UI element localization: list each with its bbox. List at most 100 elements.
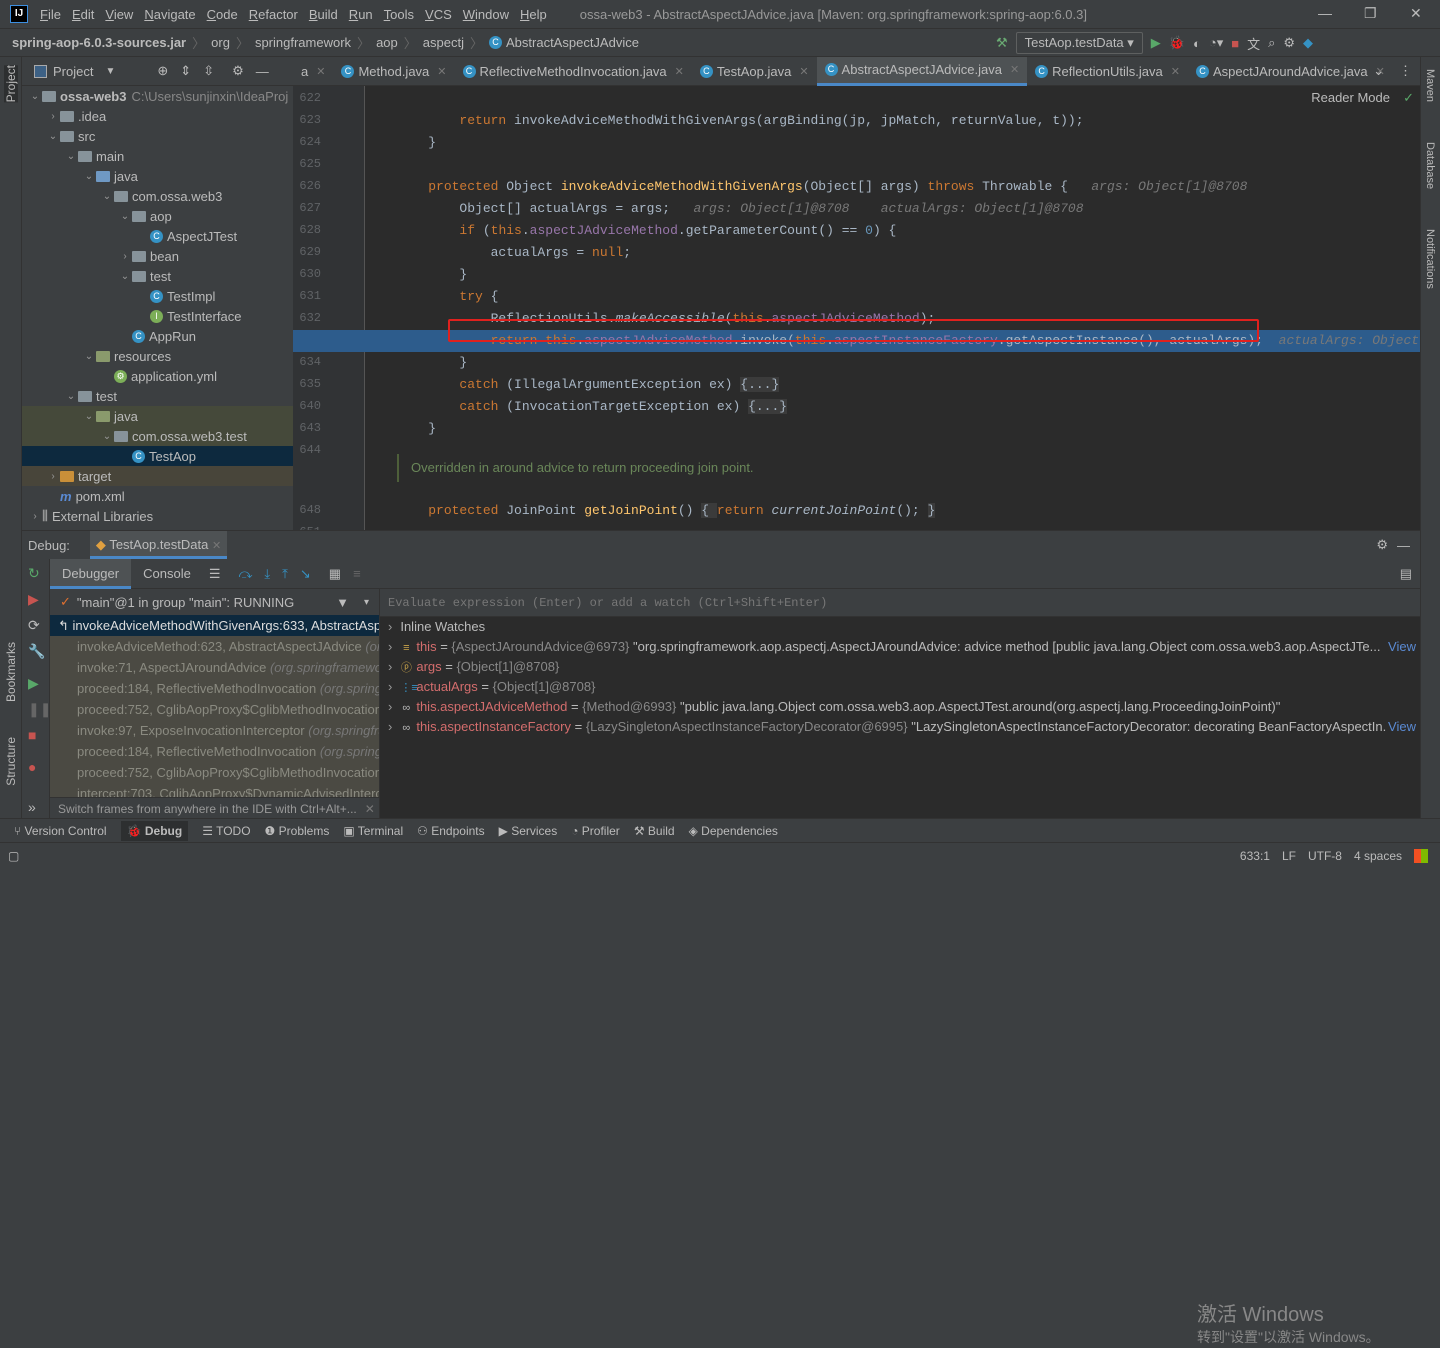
tool-services[interactable]: ▶ Services xyxy=(499,824,558,838)
chevron-down-icon[interactable]: ⌄ xyxy=(118,211,132,222)
tool-todo[interactable]: ☰ TODO xyxy=(202,824,250,838)
tree-item[interactable]: ⌄ src xyxy=(22,126,293,146)
settings-icon[interactable]: ⚙ xyxy=(1283,35,1295,51)
evaluate-icon[interactable]: ▦ xyxy=(329,566,341,582)
chevron-right-icon[interactable]: › xyxy=(28,511,42,522)
tree-item[interactable]: ⌄ aop xyxy=(22,206,293,226)
gear-icon[interactable]: ⚙ xyxy=(232,63,244,79)
chevron-down-icon[interactable]: ⌄ xyxy=(46,131,60,142)
project-tool-button[interactable]: Project xyxy=(4,65,18,103)
step-over-icon[interactable]: ⤼ xyxy=(238,566,252,582)
tree-item[interactable]: C AspectJTest xyxy=(22,226,293,246)
collapse-all-icon[interactable]: ⇳ xyxy=(203,63,214,79)
rerun-icon[interactable]: ↻ xyxy=(28,565,40,582)
tree-item[interactable]: ⌄ main xyxy=(22,146,293,166)
debug-icon[interactable]: 🐞 xyxy=(1169,35,1185,51)
restore-button[interactable]: ❐ xyxy=(1364,5,1377,22)
tree-item[interactable]: C TestImpl xyxy=(22,286,293,306)
project-view-select[interactable]: Project xyxy=(53,64,93,79)
tree-item[interactable]: › target xyxy=(22,466,293,486)
breadcrumb-item[interactable]: aspectj xyxy=(423,35,464,50)
variable-row[interactable]: › ∞ this.aspectJAdviceMethod = {Method@699… xyxy=(380,697,1420,717)
editor-tab[interactable]: C ReflectiveMethodInvocation.java ✕ xyxy=(455,57,692,86)
reader-mode-button[interactable]: Reader Mode xyxy=(1311,90,1390,105)
indent-setting[interactable]: 4 spaces xyxy=(1354,849,1402,863)
translate-icon[interactable]: 文 xyxy=(1247,34,1260,53)
trace-icon[interactable]: ≡ xyxy=(353,566,361,581)
restore-layout-icon[interactable]: ▤ xyxy=(1400,566,1412,582)
tool-profiler[interactable]: ◔ Profiler xyxy=(571,824,620,838)
code-line[interactable] xyxy=(397,88,1420,110)
menu-navigate[interactable]: Navigate xyxy=(144,7,195,22)
close-icon[interactable]: ✕ xyxy=(1010,63,1019,76)
tree-item[interactable]: C TestAop xyxy=(22,446,293,466)
code-line[interactable] xyxy=(397,522,1420,530)
view-link[interactable]: View xyxy=(1386,637,1416,657)
chevron-down-icon[interactable]: ▾ xyxy=(364,597,369,608)
close-icon[interactable]: ✕ xyxy=(1171,65,1180,78)
expand-all-icon[interactable]: ⇕ xyxy=(180,63,191,79)
tool-problems[interactable]: ❶ Problems xyxy=(265,824,330,838)
chevron-down-icon[interactable]: ⌄ xyxy=(82,351,96,362)
variable-row[interactable]: › ⋮≡actualArgs = {Object[1]@8708} xyxy=(380,677,1420,697)
hammer-icon[interactable]: ⚒ xyxy=(996,35,1008,51)
editor-tab[interactable]: C ReflectionUtils.java ✕ xyxy=(1027,57,1188,86)
tab-console[interactable]: Console xyxy=(131,566,203,581)
chevron-down-icon[interactable]: ⌄ xyxy=(64,391,78,402)
close-icon[interactable]: ✕ xyxy=(675,65,684,78)
tool-endpoints[interactable]: ⚇ Endpoints xyxy=(417,824,484,838)
stop-icon[interactable]: ■ xyxy=(28,727,36,743)
bookmarks-tool-button[interactable]: Bookmarks xyxy=(4,642,18,702)
chevron-down-icon[interactable]: ⌄ xyxy=(100,431,114,442)
code-line[interactable]: } xyxy=(397,418,1420,440)
chevron-down-icon[interactable]: ⌄ xyxy=(82,171,96,182)
tool-debug[interactable]: 🐞 Debug xyxy=(120,820,189,841)
tree-item[interactable]: ⌄ resources xyxy=(22,346,293,366)
editor-tab[interactable]: C Method.java ✕ xyxy=(333,57,454,86)
menu-refactor[interactable]: Refactor xyxy=(249,7,298,22)
chevron-right-icon[interactable]: › xyxy=(388,639,392,654)
editor-tab[interactable]: C AspectJAroundAdvice.java ✕ xyxy=(1188,57,1393,86)
variable-row[interactable]: › ≡ this = {AspectJAroundAdvice@6973} "org… xyxy=(380,637,1420,657)
code-line[interactable]: } xyxy=(397,352,1420,374)
menu-run[interactable]: Run xyxy=(349,7,373,22)
code-line[interactable]: Object[] actualArgs = args; args: Object… xyxy=(397,198,1420,220)
chevron-down-icon[interactable]: ⌄ xyxy=(100,191,114,202)
caret-position[interactable]: 633:1 xyxy=(1240,849,1270,863)
code-line[interactable]: return invokeAdviceMethodWithGivenArgs(a… xyxy=(397,110,1420,132)
menu-window[interactable]: Window xyxy=(463,7,509,22)
tree-item[interactable]: ⚙ application.yml xyxy=(22,366,293,386)
variable-row[interactable]: › ⓟ args = {Object[1]@8708} xyxy=(380,657,1420,677)
tool-version-control[interactable]: ⑂ Version Control xyxy=(14,824,107,838)
stack-frame[interactable]: invokeAdviceMethod:623, AbstractAspectJA… xyxy=(50,636,379,657)
mute-breakpoints-icon[interactable]: ● xyxy=(28,759,36,775)
more-icon[interactable]: » xyxy=(28,799,36,815)
step-out-icon[interactable]: ⤒ xyxy=(282,566,288,582)
chevron-right-icon[interactable]: › xyxy=(388,719,392,734)
coverage-icon[interactable]: ◐ xyxy=(1193,36,1201,51)
run-config-select[interactable]: TestAop.testData ▾ xyxy=(1015,32,1143,54)
code-line[interactable]: protected JoinPoint getJoinPoint() { ret… xyxy=(397,500,1420,522)
tree-item[interactable]: ⌄ com.ossa.web3 xyxy=(22,186,293,206)
editor-tab[interactable]: a ✕ xyxy=(293,57,333,86)
code-line[interactable]: } xyxy=(397,132,1420,154)
tree-item[interactable]: › .idea xyxy=(22,106,293,126)
minimize-button[interactable]: — xyxy=(1318,5,1332,21)
stack-frame[interactable]: ↰ invokeAdviceMethodWithGivenArgs:633, A… xyxy=(50,615,379,636)
locate-icon[interactable]: ⊕ xyxy=(157,63,168,79)
profile-icon[interactable]: ◔▾ xyxy=(1209,35,1223,51)
wrench-icon[interactable]: 🔧 xyxy=(28,643,45,660)
tree-item[interactable]: ⌄ java xyxy=(22,406,293,426)
notifications-tool-button[interactable]: Notifications xyxy=(1424,229,1436,289)
search-icon[interactable]: ⌕ xyxy=(1268,35,1275,51)
editor-tab[interactable]: C TestAop.java ✕ xyxy=(692,57,817,86)
stack-frame[interactable]: proceed:752, CglibAopProxy$CglibMethodIn… xyxy=(50,699,379,720)
stack-frame[interactable]: proceed:752, CglibAopProxy$CglibMethodIn… xyxy=(50,762,379,783)
code-line[interactable]: try { xyxy=(397,286,1420,308)
thread-select[interactable]: ✓ "main"@1 in group "main": RUNNING ▼ ▾ xyxy=(50,589,379,615)
code-line[interactable]: catch (InvocationTargetException ex) {..… xyxy=(397,396,1420,418)
breadcrumb-item[interactable]: springframework xyxy=(255,35,351,50)
toggle-panels-icon[interactable]: ▢ xyxy=(8,849,19,863)
chevron-down-icon[interactable]: ⌄ xyxy=(64,151,78,162)
chevron-right-icon[interactable]: › xyxy=(118,251,132,262)
